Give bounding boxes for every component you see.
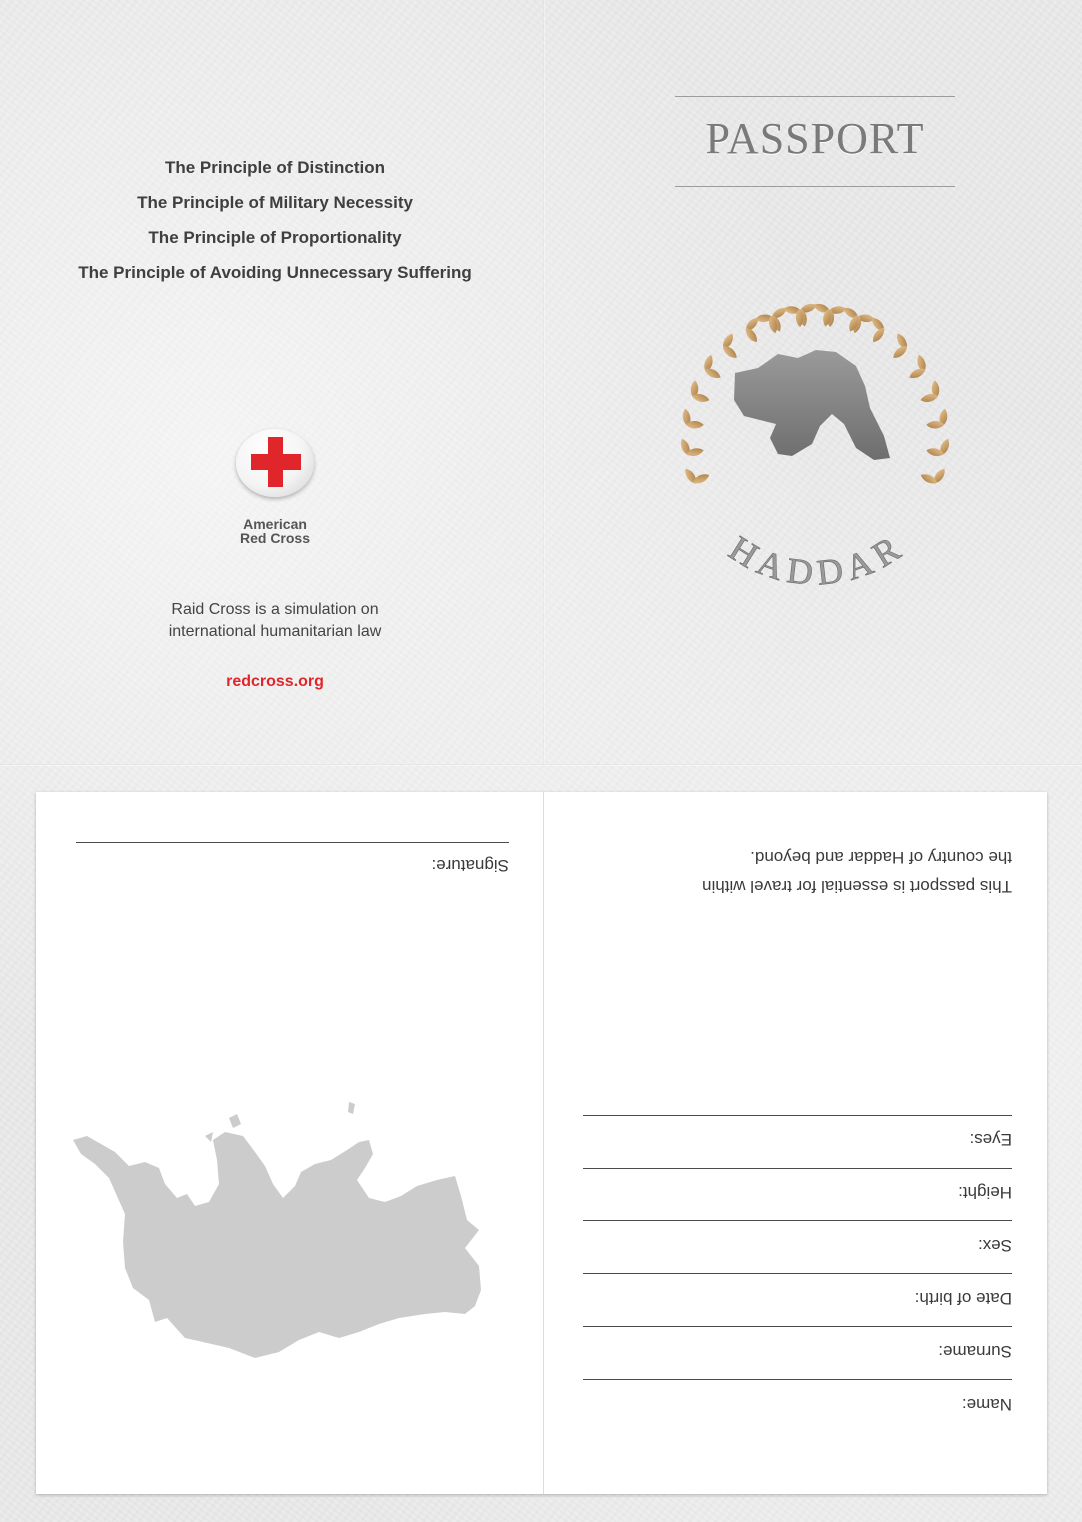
- simulation-line-1: Raid Cross is a simulation on: [171, 601, 379, 618]
- eyes-field-label: Eyes:: [969, 1130, 1012, 1149]
- surname-field-label: Surname:: [938, 1342, 1012, 1361]
- country-letter: D: [815, 550, 845, 593]
- country-letter: D: [785, 550, 815, 593]
- american-red-cross-logo-text: American Red Cross: [200, 517, 350, 545]
- inner-fold-line: [543, 792, 544, 1494]
- principle-distinction: The Principle of Distinction: [164, 158, 386, 177]
- signature-label: Signature:: [431, 856, 510, 875]
- logo-line-1: American: [243, 516, 307, 532]
- haddar-cover-map: [734, 350, 890, 460]
- intro-line-1: This passport is essential for travel wi…: [702, 877, 1012, 896]
- signature-line[interactable]: [76, 842, 509, 843]
- surname-field-line[interactable]: [583, 1326, 1012, 1327]
- title-rule-top: [675, 96, 955, 97]
- principle-military-necessity: The Principle of Military Necessity: [137, 193, 413, 212]
- website-link[interactable]: redcross.org: [60, 673, 490, 691]
- passport-title: PASSPORT: [705, 114, 925, 163]
- fold-line-horizontal: [0, 764, 1082, 766]
- date-of-birth-field-label: Date of birth:: [914, 1289, 1012, 1308]
- simulation-line-2: international humanitarian law: [168, 623, 382, 640]
- simulation-description: Raid Cross is a simulation on internatio…: [60, 599, 490, 643]
- principles-list: The Principle of Distinction The Princip…: [30, 150, 520, 290]
- name-field-label: Name:: [961, 1395, 1012, 1414]
- laurel-wreath-map-icon: HAD DAR: [678, 301, 952, 593]
- name-field-line[interactable]: [583, 1379, 1012, 1380]
- principle-proportionality: The Principle of Proportionality: [148, 228, 402, 247]
- logo-line-2: Red Cross: [239, 530, 311, 546]
- height-field-label: Height:: [958, 1183, 1012, 1202]
- fold-line-vertical: [543, 0, 545, 765]
- principle-avoiding-suffering: The Principle of Avoiding Unnecessary Su…: [78, 263, 472, 282]
- title-rule-bottom: [675, 186, 955, 187]
- red-cross-bar-horizontal: [251, 454, 301, 470]
- height-field-line[interactable]: [583, 1168, 1012, 1169]
- passport-intro-text: This passport is essential for travel wi…: [583, 843, 1012, 901]
- eyes-field-line[interactable]: [583, 1115, 1012, 1116]
- inner-page-edge: [40, 1496, 1044, 1497]
- passport-sheet: The Principle of Distinction The Princip…: [0, 0, 1082, 1522]
- intro-line-2: the country of Haddar and beyond.: [750, 848, 1012, 867]
- haddar-map-icon: [73, 1102, 481, 1358]
- sex-field-line[interactable]: [583, 1220, 1012, 1221]
- country-name-haddar: HAD DAR: [722, 528, 907, 593]
- date-of-birth-field-line[interactable]: [583, 1273, 1012, 1274]
- sex-field-label: Sex:: [977, 1236, 1012, 1255]
